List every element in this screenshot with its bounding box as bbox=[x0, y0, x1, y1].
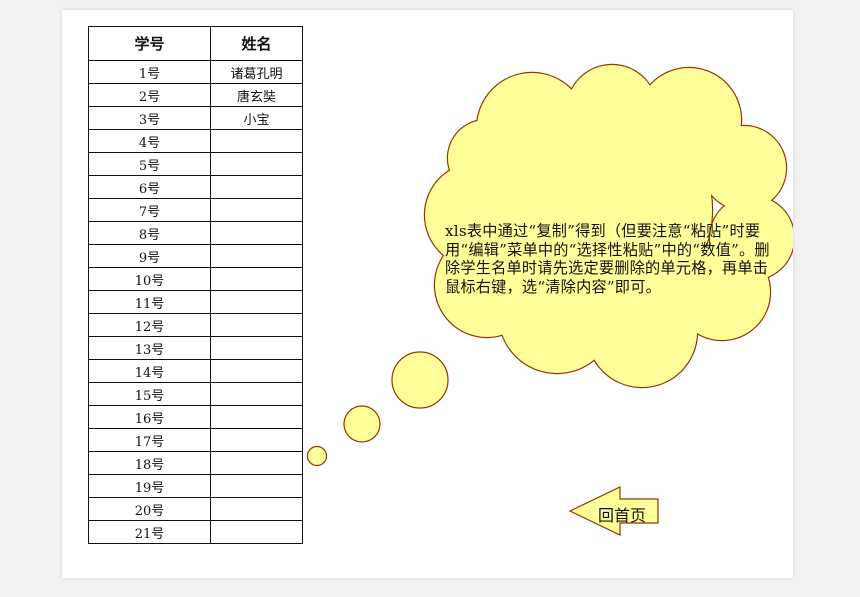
thought-bubble-small[interactable] bbox=[306, 445, 328, 467]
thought-bubble-large[interactable] bbox=[391, 351, 449, 409]
worksheet: 学号 姓名 1号 诸葛孔明 2号 唐玄奘 3号 小宝 4号 5号 6号 7号 8号 9号 10号 11号 1… bbox=[62, 10, 793, 578]
callout-text: xls表中通过“复制”得到（但要注意“粘贴”时要用“编辑”菜单中的“选择性粘贴”… bbox=[445, 222, 770, 297]
home-button-label[interactable]: 回首页 bbox=[598, 502, 646, 526]
thought-bubble-medium[interactable] bbox=[343, 405, 381, 443]
